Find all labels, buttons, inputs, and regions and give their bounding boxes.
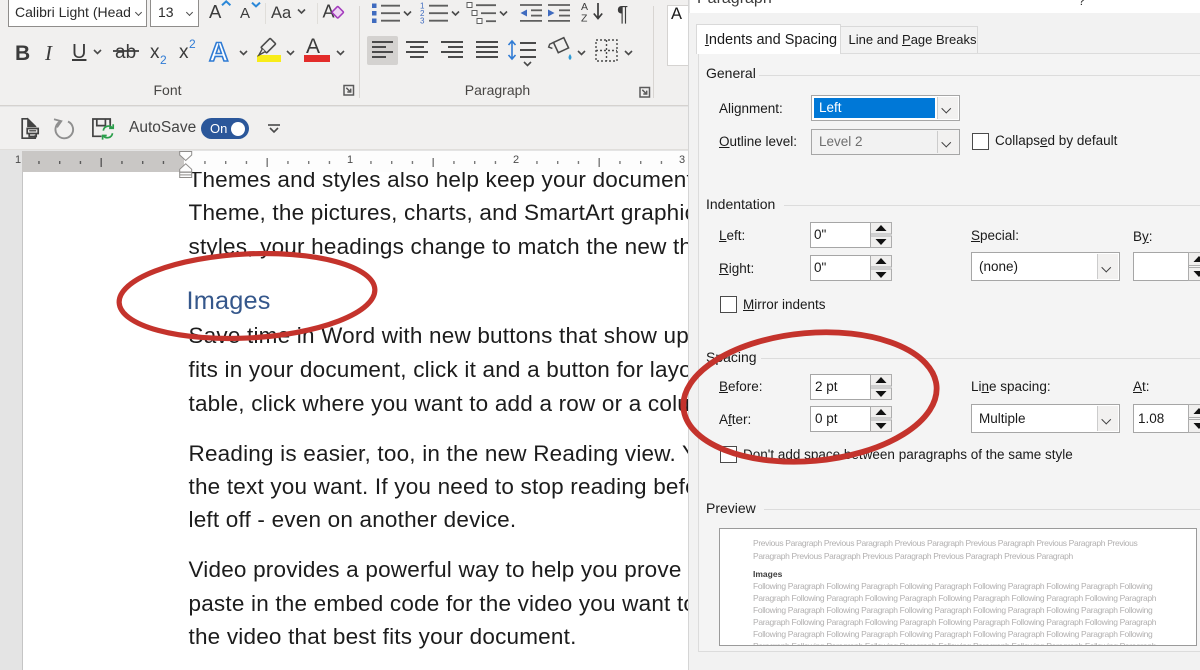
svg-text:A: A bbox=[581, 1, 588, 13]
svg-text:Z: Z bbox=[581, 13, 588, 25]
svg-text:A: A bbox=[306, 35, 320, 58]
svg-text:3: 3 bbox=[420, 17, 425, 26]
svg-text:¶: ¶ bbox=[617, 3, 628, 26]
